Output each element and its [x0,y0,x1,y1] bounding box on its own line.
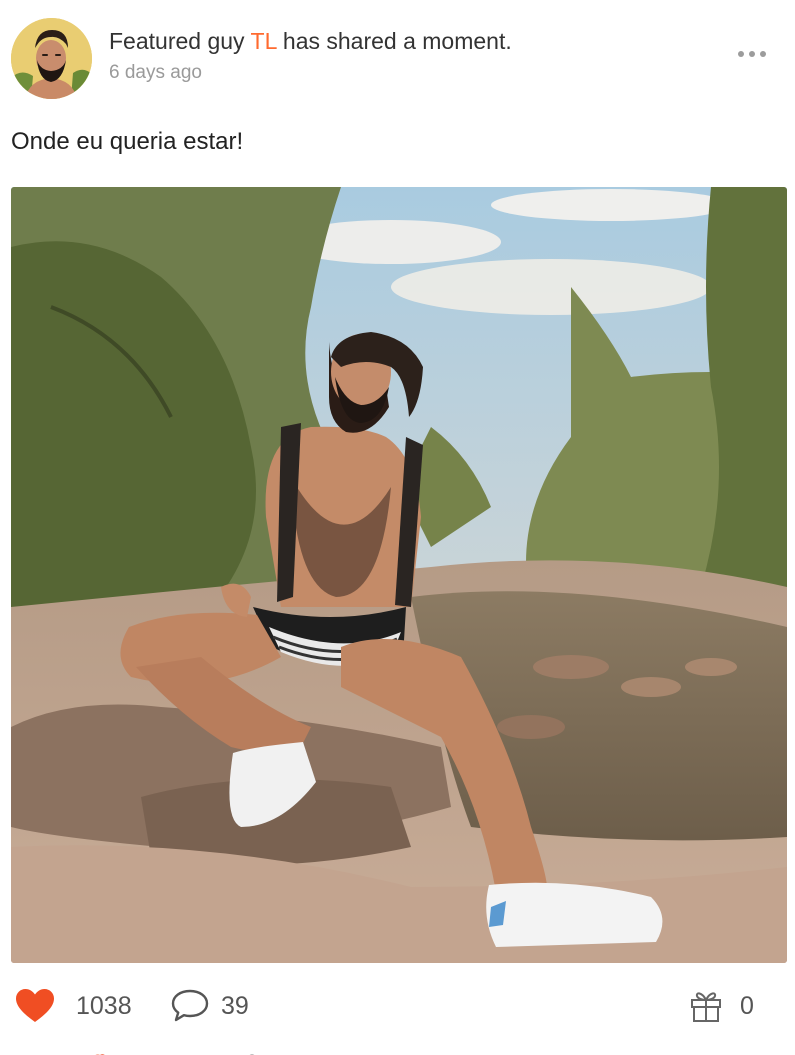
more-options-button[interactable] [732,40,772,68]
like-count: 1038 [76,991,132,1020]
post-caption: Onde eu queria estar! [11,128,244,155]
gift-count: 0 [740,991,754,1020]
next-item-icons-partial [95,1054,255,1055]
like-button[interactable]: 1038 [16,978,132,1034]
headline-suffix: has shared a moment. [282,28,512,54]
comment-icon [171,989,209,1022]
post-headline: Featured guy TL has shared a moment. [109,27,512,55]
post-actions-bar: 1038 39 0 [0,978,795,1034]
next-item-peek [0,1046,795,1055]
avatar[interactable] [11,18,92,99]
user-name-link[interactable]: TL [251,28,277,54]
post-timestamp: 6 days ago [109,62,202,83]
post-header: Featured guy TL has shared a moment. 6 d… [0,0,795,110]
more-horizontal-icon [738,51,766,57]
post-photo-image [11,187,787,963]
comment-button[interactable]: 39 [171,978,249,1034]
gift-icon [691,992,721,1022]
avatar-image [11,18,92,99]
gift-button[interactable]: 0 [690,978,754,1034]
comment-count: 39 [221,991,249,1020]
post-photo[interactable] [11,187,787,963]
headline-prefix: Featured guy [109,28,245,54]
heart-icon [16,989,54,1022]
